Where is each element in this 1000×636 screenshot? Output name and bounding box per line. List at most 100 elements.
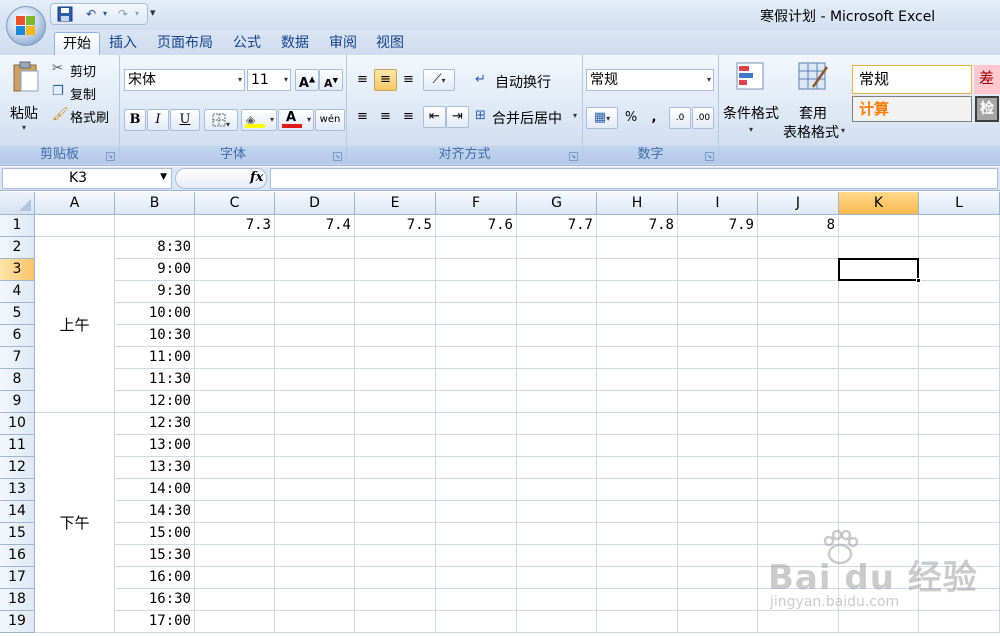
cell-k10[interactable] — [839, 413, 919, 435]
cell-f13[interactable] — [436, 479, 517, 501]
cell-d9[interactable] — [275, 391, 355, 413]
cell-d8[interactable] — [275, 369, 355, 391]
cell-l2[interactable] — [919, 237, 1000, 259]
row-header-7[interactable]: 7 — [0, 347, 35, 369]
cell-g16[interactable] — [517, 545, 597, 567]
cell-b18[interactable]: 16:30 — [115, 589, 195, 611]
merge-center-button[interactable]: ⊞ 合并后居中 ▾ — [475, 107, 581, 127]
cell-c3[interactable] — [195, 259, 275, 281]
cell-c10[interactable] — [195, 413, 275, 435]
cut-button[interactable]: ✂ 剪切 — [52, 60, 116, 80]
cell-k12[interactable] — [839, 457, 919, 479]
cell-e10[interactable] — [355, 413, 436, 435]
cell-h12[interactable] — [597, 457, 678, 479]
cell-b1[interactable] — [115, 215, 195, 237]
cell-c18[interactable] — [195, 589, 275, 611]
cell-f12[interactable] — [436, 457, 517, 479]
cell-f15[interactable] — [436, 523, 517, 545]
cell-d19[interactable] — [275, 611, 355, 633]
cell-b6[interactable]: 10:30 — [115, 325, 195, 347]
cell-h16[interactable] — [597, 545, 678, 567]
formula-input[interactable] — [270, 168, 998, 189]
cell-f5[interactable] — [436, 303, 517, 325]
style-normal[interactable]: 常规 — [852, 65, 972, 94]
cell-c4[interactable] — [195, 281, 275, 303]
cell-h9[interactable] — [597, 391, 678, 413]
row-header-2[interactable]: 2 — [0, 237, 35, 259]
cell-j6[interactable] — [758, 325, 839, 347]
cell-l12[interactable] — [919, 457, 1000, 479]
decrease-decimal-button[interactable]: .00 — [692, 107, 714, 129]
cell-i14[interactable] — [678, 501, 758, 523]
cell-k5[interactable] — [839, 303, 919, 325]
cell-e6[interactable] — [355, 325, 436, 347]
column-header-i[interactable]: I — [678, 192, 758, 215]
number-launcher-icon[interactable]: ↘ — [705, 152, 714, 161]
cell-j4[interactable] — [758, 281, 839, 303]
cell-h5[interactable] — [597, 303, 678, 325]
column-header-c[interactable]: C — [195, 192, 275, 215]
style-calculation[interactable]: 计算 — [852, 96, 972, 122]
fill-handle[interactable] — [916, 278, 921, 283]
cell-b3[interactable]: 9:00 — [115, 259, 195, 281]
cell-c6[interactable] — [195, 325, 275, 347]
cell-f18[interactable] — [436, 589, 517, 611]
increase-indent-button[interactable]: ⇥ — [446, 106, 469, 128]
cell-d1[interactable]: 7.4 — [275, 215, 355, 237]
cell-i16[interactable] — [678, 545, 758, 567]
cell-l7[interactable] — [919, 347, 1000, 369]
font-launcher-icon[interactable]: ↘ — [333, 152, 342, 161]
cell-j5[interactable] — [758, 303, 839, 325]
cell-b17[interactable]: 16:00 — [115, 567, 195, 589]
cell-h10[interactable] — [597, 413, 678, 435]
format-painter-button[interactable]: 🖌 格式刷 — [52, 106, 118, 126]
cell-j7[interactable] — [758, 347, 839, 369]
font-name-select[interactable]: 宋体 ▾ — [124, 69, 245, 91]
cell-g10[interactable] — [517, 413, 597, 435]
cell-j13[interactable] — [758, 479, 839, 501]
paste-dropdown-icon[interactable]: ▾ — [22, 123, 26, 132]
cell-f4[interactable] — [436, 281, 517, 303]
align-middle-button[interactable]: ≡ — [374, 69, 397, 91]
bold-button[interactable]: B — [124, 109, 146, 131]
cell-e17[interactable] — [355, 567, 436, 589]
cell-f10[interactable] — [436, 413, 517, 435]
cell-l3[interactable] — [919, 259, 1000, 281]
row-header-12[interactable]: 12 — [0, 457, 35, 479]
cell-l1[interactable] — [919, 215, 1000, 237]
tab-insert[interactable]: 插入 — [101, 32, 145, 55]
cell-b16[interactable]: 15:30 — [115, 545, 195, 567]
cell-h11[interactable] — [597, 435, 678, 457]
cell-b9[interactable]: 12:00 — [115, 391, 195, 413]
cell-g6[interactable] — [517, 325, 597, 347]
undo-dropdown-icon[interactable]: ▾ — [97, 6, 113, 22]
cell-e8[interactable] — [355, 369, 436, 391]
cell-f2[interactable] — [436, 237, 517, 259]
cell-e12[interactable] — [355, 457, 436, 479]
cell-c17[interactable] — [195, 567, 275, 589]
row-header-15[interactable]: 15 — [0, 523, 35, 545]
cell-e2[interactable] — [355, 237, 436, 259]
cell-f11[interactable] — [436, 435, 517, 457]
style-bad[interactable]: 差 — [974, 65, 1000, 94]
accounting-format-button[interactable]: ▦▾ — [586, 107, 618, 129]
row-header-17[interactable]: 17 — [0, 567, 35, 589]
cell-e19[interactable] — [355, 611, 436, 633]
column-header-h[interactable]: H — [597, 192, 678, 215]
shrink-font-button[interactable]: A▼ — [319, 69, 343, 91]
cell-g4[interactable] — [517, 281, 597, 303]
column-header-e[interactable]: E — [355, 192, 436, 215]
row-header-10[interactable]: 10 — [0, 413, 35, 435]
align-right-button[interactable]: ≡ — [397, 106, 420, 128]
cell-k8[interactable] — [839, 369, 919, 391]
orientation-button[interactable]: ⟋▾ — [423, 69, 455, 91]
row-header-19[interactable]: 19 — [0, 611, 35, 633]
cell-g19[interactable] — [517, 611, 597, 633]
row-header-8[interactable]: 8 — [0, 369, 35, 391]
cell-i7[interactable] — [678, 347, 758, 369]
cell-e15[interactable] — [355, 523, 436, 545]
cell-i8[interactable] — [678, 369, 758, 391]
cell-k2[interactable] — [839, 237, 919, 259]
align-top-button[interactable]: ≡ — [351, 69, 374, 91]
cell-l8[interactable] — [919, 369, 1000, 391]
